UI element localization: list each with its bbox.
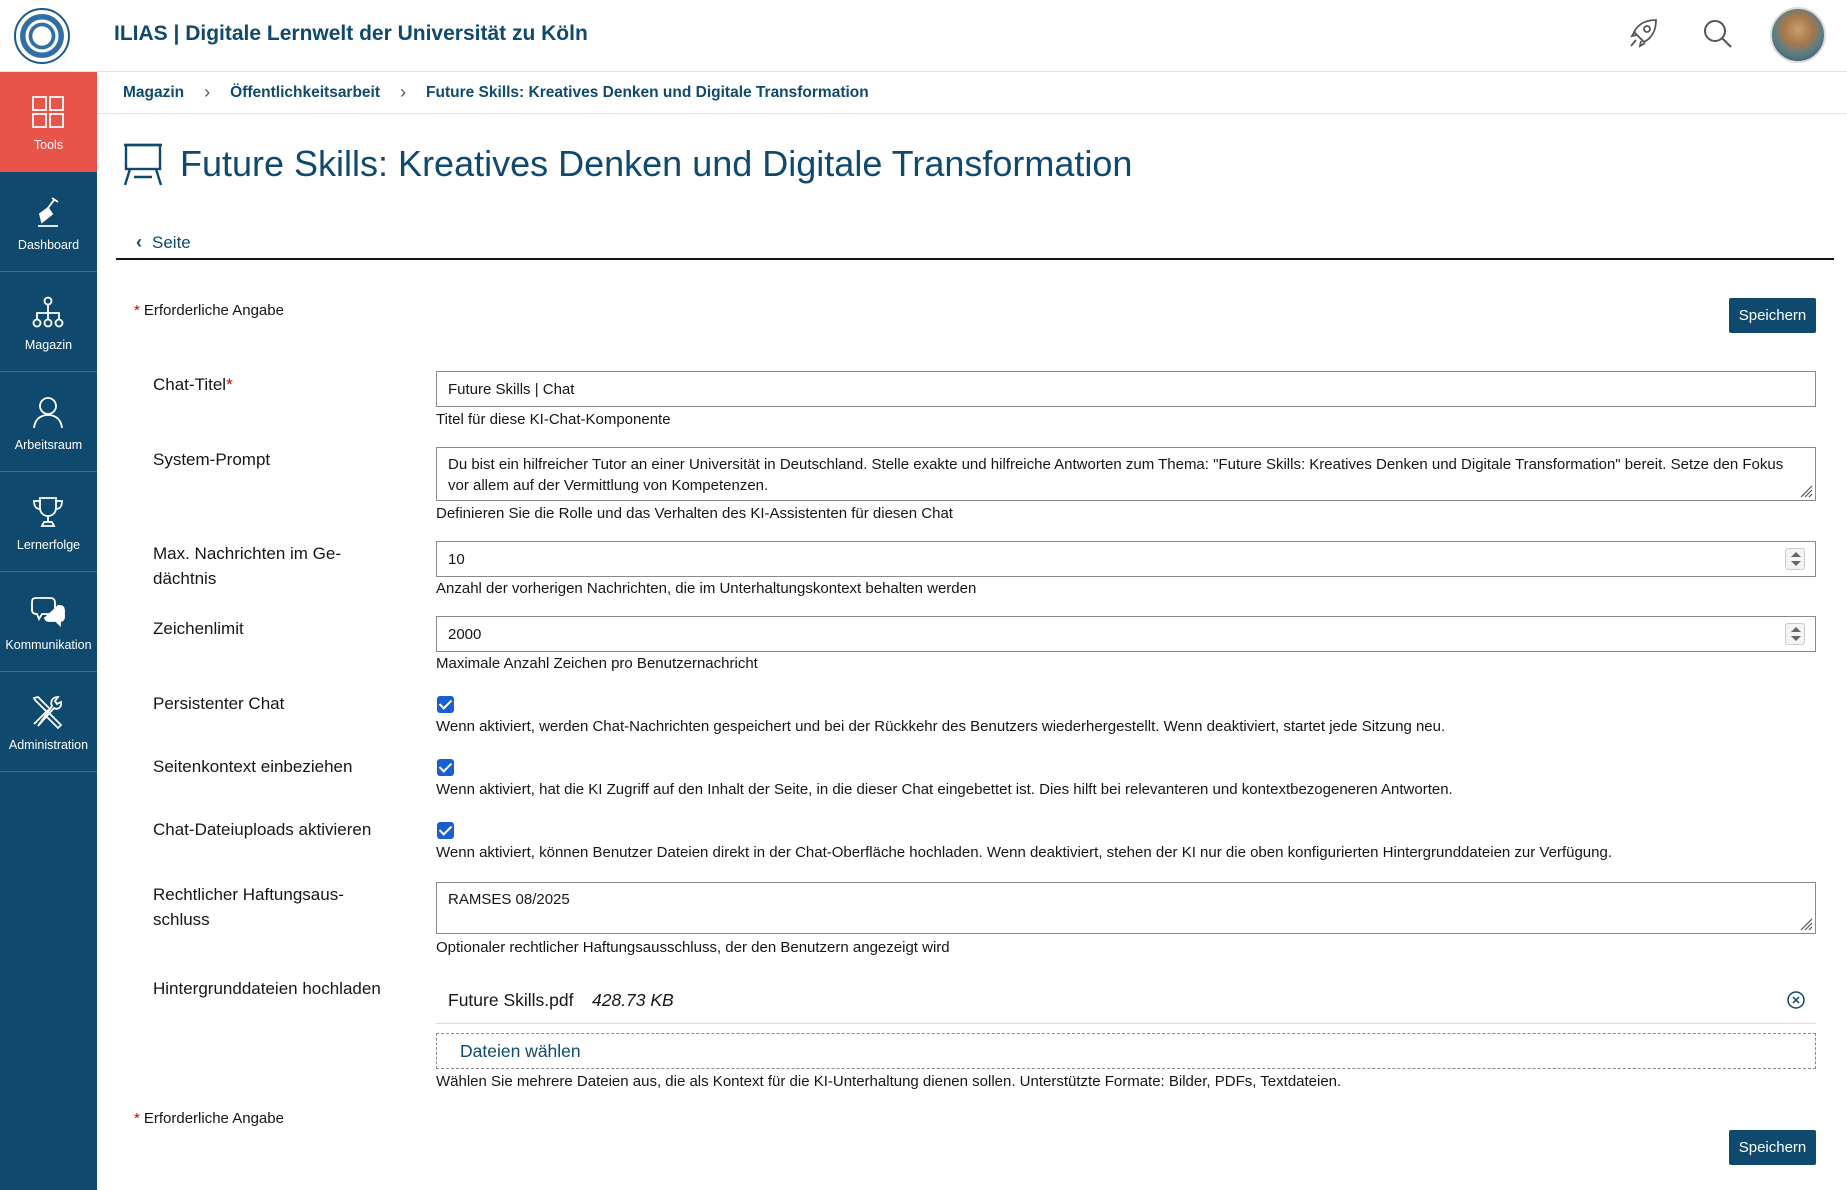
required-asterisk: * — [226, 375, 233, 394]
max-messages-input[interactable]: 10 — [436, 541, 1816, 577]
chat-title-label: Chat-Titel* — [153, 372, 393, 397]
required-asterisk: * — [134, 1110, 140, 1127]
sidebar-item-arbeitsraum[interactable]: Arbeitsraum — [0, 372, 97, 472]
required-note-text: Erforderliche Angabe — [143, 1110, 284, 1127]
tools-grid-icon — [32, 96, 64, 128]
uploaded-file-row: Future Skills.pdf 428.73 KB — [436, 980, 1816, 1024]
background-files-label: Hintergrunddateien hochla­den — [153, 979, 381, 998]
system-prompt-label: System-Prompt — [153, 450, 271, 469]
main-sidebar: Tools Dashboard Magazin Arbeitsraum Lern… — [0, 72, 97, 1190]
dashboard-icon — [38, 197, 59, 227]
breadcrumb: Magazin › Öffentlichkeitsarbeit › Future… — [97, 72, 1847, 114]
chat-bubbles-icon — [31, 597, 65, 628]
sidebar-item-label: Lernerfolge — [16, 538, 81, 552]
app-title[interactable]: ILIAS | Digitale Lernwelt der Universitä… — [114, 22, 588, 46]
page-context-label: Seitenkontext einbeziehen — [153, 757, 353, 776]
system-prompt-value: Du bist ein hilfreicher Tutor an einer U… — [448, 456, 1784, 494]
chat-title-label-text: Chat-Titel — [153, 375, 227, 394]
presentation-board-icon — [123, 143, 163, 186]
save-button-bottom[interactable]: Speichern — [1729, 1130, 1816, 1165]
resize-handle-icon[interactable] — [1799, 484, 1813, 498]
file-size: 428.73 KB — [592, 990, 674, 1010]
sidebar-item-magazin[interactable]: Magazin — [0, 272, 97, 372]
page-title: Future Skills: Kreatives Denken und Digi… — [180, 143, 1133, 184]
system-prompt-help: Definieren Sie die Rolle und das Verhalt… — [436, 505, 953, 522]
disclaimer-textarea[interactable]: RAMSES 08/2025 — [436, 882, 1816, 934]
back-tab-bar: ‹ Seite — [116, 226, 1834, 260]
magazin-tree-icon — [32, 296, 64, 328]
sidebar-item-label: Dashboard — [17, 238, 80, 252]
file-dropzone[interactable]: Dateien wählen — [436, 1033, 1816, 1069]
char-limit-value: 2000 — [448, 626, 482, 643]
sidebar-item-kommunikation[interactable]: Kommunikation — [0, 572, 97, 672]
sidebar-item-administration[interactable]: Administration — [0, 672, 97, 772]
university-logo[interactable] — [14, 8, 70, 64]
chevron-right-icon: › — [400, 82, 407, 102]
breadcrumb-item-oeffentlichkeitsarbeit[interactable]: Öffentlichkeitsarbeit — [230, 84, 380, 102]
char-limit-help: Maximale Anzahl Zeichen pro Benutzernach… — [436, 655, 758, 672]
number-spinner[interactable] — [1785, 623, 1805, 645]
sidebar-item-lernerfolge[interactable]: Lernerfolge — [0, 472, 97, 572]
sidebar-item-label: Tools — [33, 138, 64, 152]
file-uploads-label: Chat-Dateiuploads aktivie­ren — [153, 820, 372, 839]
remove-file-icon[interactable] — [1786, 990, 1806, 1010]
max-messages-help: Anzahl der vorherigen Nachrichten, die i… — [436, 580, 977, 597]
sidebar-item-tools[interactable]: Tools — [0, 72, 97, 172]
system-prompt-textarea[interactable]: Du bist ein hilfreicher Tutor an einer U… — [436, 447, 1816, 501]
char-limit-input[interactable]: 2000 — [436, 616, 1816, 652]
number-spinner[interactable] — [1785, 548, 1805, 570]
required-note-text: Erforderliche Angabe — [143, 302, 284, 319]
wrench-screwdriver-icon — [32, 696, 63, 730]
user-avatar[interactable] — [1770, 7, 1826, 63]
chevron-right-icon: › — [204, 82, 211, 102]
sidebar-item-label: Magazin — [24, 338, 73, 352]
persistent-chat-help: Wenn aktiviert, werden Chat-Nachrichten … — [436, 718, 1446, 735]
required-note-bottom: * Erforderliche Angabe — [134, 1110, 284, 1127]
choose-files-button[interactable]: Dateien wählen — [460, 1041, 581, 1062]
background-files-help: Wählen Sie mehrere Dateien aus, die als … — [436, 1073, 1342, 1090]
chat-title-help: Titel für diese KI-Chat-Komponente — [436, 411, 671, 428]
back-link-label: Seite — [152, 232, 191, 252]
disclaimer-label: Rechtlicher Haftungsaus­schluss — [153, 885, 344, 929]
sidebar-item-label: Kommunikation — [5, 638, 92, 652]
save-button-top[interactable]: Speichern — [1729, 298, 1816, 333]
person-icon — [33, 397, 63, 429]
max-messages-label: Max. Nachrichten im Ge­dächtnis — [153, 544, 342, 588]
persistent-chat-checkbox[interactable] — [437, 696, 454, 713]
max-messages-value: 10 — [448, 551, 465, 568]
file-uploads-checkbox[interactable] — [437, 822, 454, 839]
sidebar-item-label: Administration — [8, 738, 89, 752]
char-limit-label: Zeichenlimit — [153, 619, 244, 638]
file-uploads-help: Wenn aktiviert, können Benutzer Dateien … — [436, 844, 1612, 861]
top-header: ILIAS | Digitale Lernwelt der Universitä… — [0, 0, 1847, 72]
persistent-chat-label: Persistenter Chat — [153, 694, 285, 713]
page-header: Future Skills: Kreatives Denken und Digi… — [122, 140, 1132, 188]
required-asterisk: * — [134, 302, 140, 319]
disclaimer-help: Optionaler rechtlicher Haftungsausschlus… — [436, 939, 950, 956]
trophy-icon — [33, 497, 63, 527]
sidebar-item-dashboard[interactable]: Dashboard — [0, 172, 97, 272]
rocket-icon[interactable] — [1626, 16, 1662, 52]
breadcrumb-item-current[interactable]: Future Skills: Kreatives Denken und Digi… — [426, 84, 869, 102]
search-icon[interactable] — [1700, 16, 1736, 52]
back-link[interactable]: ‹ Seite — [136, 232, 191, 253]
sidebar-item-label: Arbeitsraum — [14, 438, 83, 452]
resize-handle-icon[interactable] — [1799, 917, 1813, 931]
chevron-left-icon: ‹ — [136, 232, 142, 252]
page-context-checkbox[interactable] — [437, 759, 454, 776]
breadcrumb-item-magazin[interactable]: Magazin — [123, 84, 184, 102]
file-name: Future Skills.pdf — [448, 990, 574, 1010]
required-note-top: * Erforderliche Angabe — [134, 302, 284, 319]
disclaimer-value: RAMSES 08/2025 — [448, 891, 570, 908]
page-context-help: Wenn aktiviert, hat die KI Zugriff auf d… — [436, 781, 1453, 798]
chat-title-input[interactable]: Future Skills | Chat — [436, 371, 1816, 407]
